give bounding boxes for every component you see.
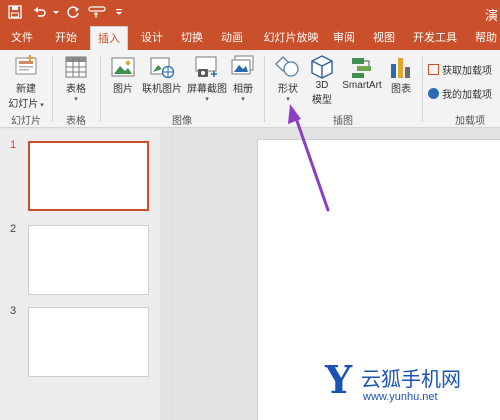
slide-number: 3	[10, 305, 17, 317]
watermark-text: 云狐手机网	[361, 369, 461, 391]
tab-home[interactable]: 开始	[50, 26, 82, 50]
tab-developer[interactable]: 开发工具	[410, 26, 460, 50]
my-addins-button[interactable]: 我的加载项	[428, 86, 500, 101]
new-slide-label-2: 幻灯片	[8, 99, 39, 110]
chart-label: 图表	[391, 84, 411, 95]
screenshot-label: 屏幕截图	[187, 84, 227, 95]
tab-view[interactable]: 视图	[368, 26, 400, 50]
slides-group-label: 幻灯片	[11, 116, 41, 127]
chart-icon	[391, 58, 410, 78]
online-picture-label: 联机图片	[142, 84, 182, 95]
images-group-label: 图像	[172, 116, 192, 127]
new-slide-button[interactable]: 新建 幻灯片 ▾	[4, 54, 48, 110]
online-picture-icon	[150, 57, 175, 79]
save-icon[interactable]	[8, 5, 22, 19]
album-icon	[231, 55, 254, 75]
chart-button[interactable]: 图表	[386, 54, 416, 95]
picture-icon	[111, 57, 135, 77]
table-label: 表格	[66, 84, 86, 95]
screenshot-button[interactable]: 屏幕截图 ▾	[184, 54, 230, 103]
undo-dropdown-icon[interactable]	[52, 5, 60, 19]
illustrations-group-label: 插图	[333, 116, 353, 127]
picture-button[interactable]: 图片	[106, 54, 140, 95]
tab-animations[interactable]: 动画	[216, 26, 248, 50]
slide-thumbnail-1[interactable]	[28, 141, 149, 211]
chevron-down-icon: ▾	[38, 102, 44, 109]
online-picture-button[interactable]: 联机图片	[140, 54, 184, 95]
store-icon	[428, 64, 439, 75]
slide-thumbnail-pane: 1 2 3	[0, 129, 168, 420]
smartart-label: SmartArt	[342, 80, 382, 91]
group-divider	[100, 56, 101, 122]
get-addins-button[interactable]: 获取加载项	[428, 62, 500, 77]
watermark-url: www.yunhu.net	[363, 391, 438, 403]
watermark-logo: Y 云狐手机网 www.yunhu.net	[325, 355, 500, 420]
3d-models-label-1: 3D	[315, 80, 329, 91]
shapes-icon	[275, 56, 299, 77]
chevron-down-icon: ▾	[241, 96, 245, 103]
group-divider	[422, 56, 423, 122]
3d-models-label-2: 模型	[312, 95, 332, 106]
watermark-letter: Y	[325, 357, 353, 402]
table-icon	[65, 56, 87, 78]
slide-number: 2	[10, 223, 17, 235]
chevron-down-icon: ▾	[286, 96, 290, 103]
ribbon-tabs: 文件 开始 插入 设计 切换 动画 幻灯片放映 审阅 视图 开发工具 帮助	[0, 26, 500, 50]
get-addins-label: 获取加载项	[442, 66, 492, 77]
customize-qat-icon[interactable]	[114, 5, 124, 19]
picture-label: 图片	[113, 84, 133, 95]
table-button[interactable]: 表格 ▾	[58, 54, 94, 103]
cube-icon	[311, 55, 333, 79]
slide-thumbnail-3[interactable]	[28, 307, 149, 377]
new-slide-label-1: 新建	[16, 84, 36, 95]
undo-icon[interactable]	[33, 5, 47, 19]
tab-insert[interactable]: 插入	[90, 26, 128, 50]
tab-review[interactable]: 审阅	[328, 26, 360, 50]
thumbnail-scrollbar[interactable]	[160, 129, 168, 420]
chevron-down-icon: ▾	[74, 96, 78, 103]
group-divider	[52, 56, 53, 122]
touch-mode-icon[interactable]	[88, 5, 106, 19]
ribbon: 新建 幻灯片 ▾ 幻灯片 表格 ▾ 表格 图片 联机图片 屏幕截图 ▾ 相册 ▾…	[0, 50, 500, 128]
tab-transitions[interactable]: 切换	[176, 26, 208, 50]
tab-help[interactable]: 帮助	[470, 26, 500, 50]
3d-models-button[interactable]: 3D 模型	[306, 54, 338, 106]
album-label: 相册	[233, 84, 253, 95]
tab-design[interactable]: 设计	[136, 26, 168, 50]
addins-group-label: 加载项	[455, 116, 485, 127]
tab-file[interactable]: 文件	[6, 26, 38, 50]
tab-slideshow[interactable]: 幻灯片放映	[260, 26, 322, 50]
title-bar: 演	[0, 0, 500, 26]
shapes-label: 形状	[278, 84, 298, 95]
new-slide-icon	[15, 55, 37, 75]
smartart-button[interactable]: SmartArt	[338, 54, 386, 91]
redo-icon[interactable]	[66, 5, 80, 19]
shapes-button[interactable]: 形状 ▾	[270, 54, 306, 103]
smartart-icon	[352, 58, 371, 78]
addins-icon	[428, 88, 439, 99]
album-button[interactable]: 相册 ▾	[228, 54, 258, 103]
window-title: 演	[484, 8, 498, 23]
slide-number: 1	[10, 139, 17, 151]
my-addins-label: 我的加载项	[442, 90, 492, 101]
chevron-down-icon: ▾	[205, 96, 209, 103]
slide-thumbnail-2[interactable]	[28, 225, 149, 295]
screenshot-icon	[195, 56, 217, 77]
group-divider	[264, 56, 265, 122]
tables-group-label: 表格	[66, 116, 86, 127]
